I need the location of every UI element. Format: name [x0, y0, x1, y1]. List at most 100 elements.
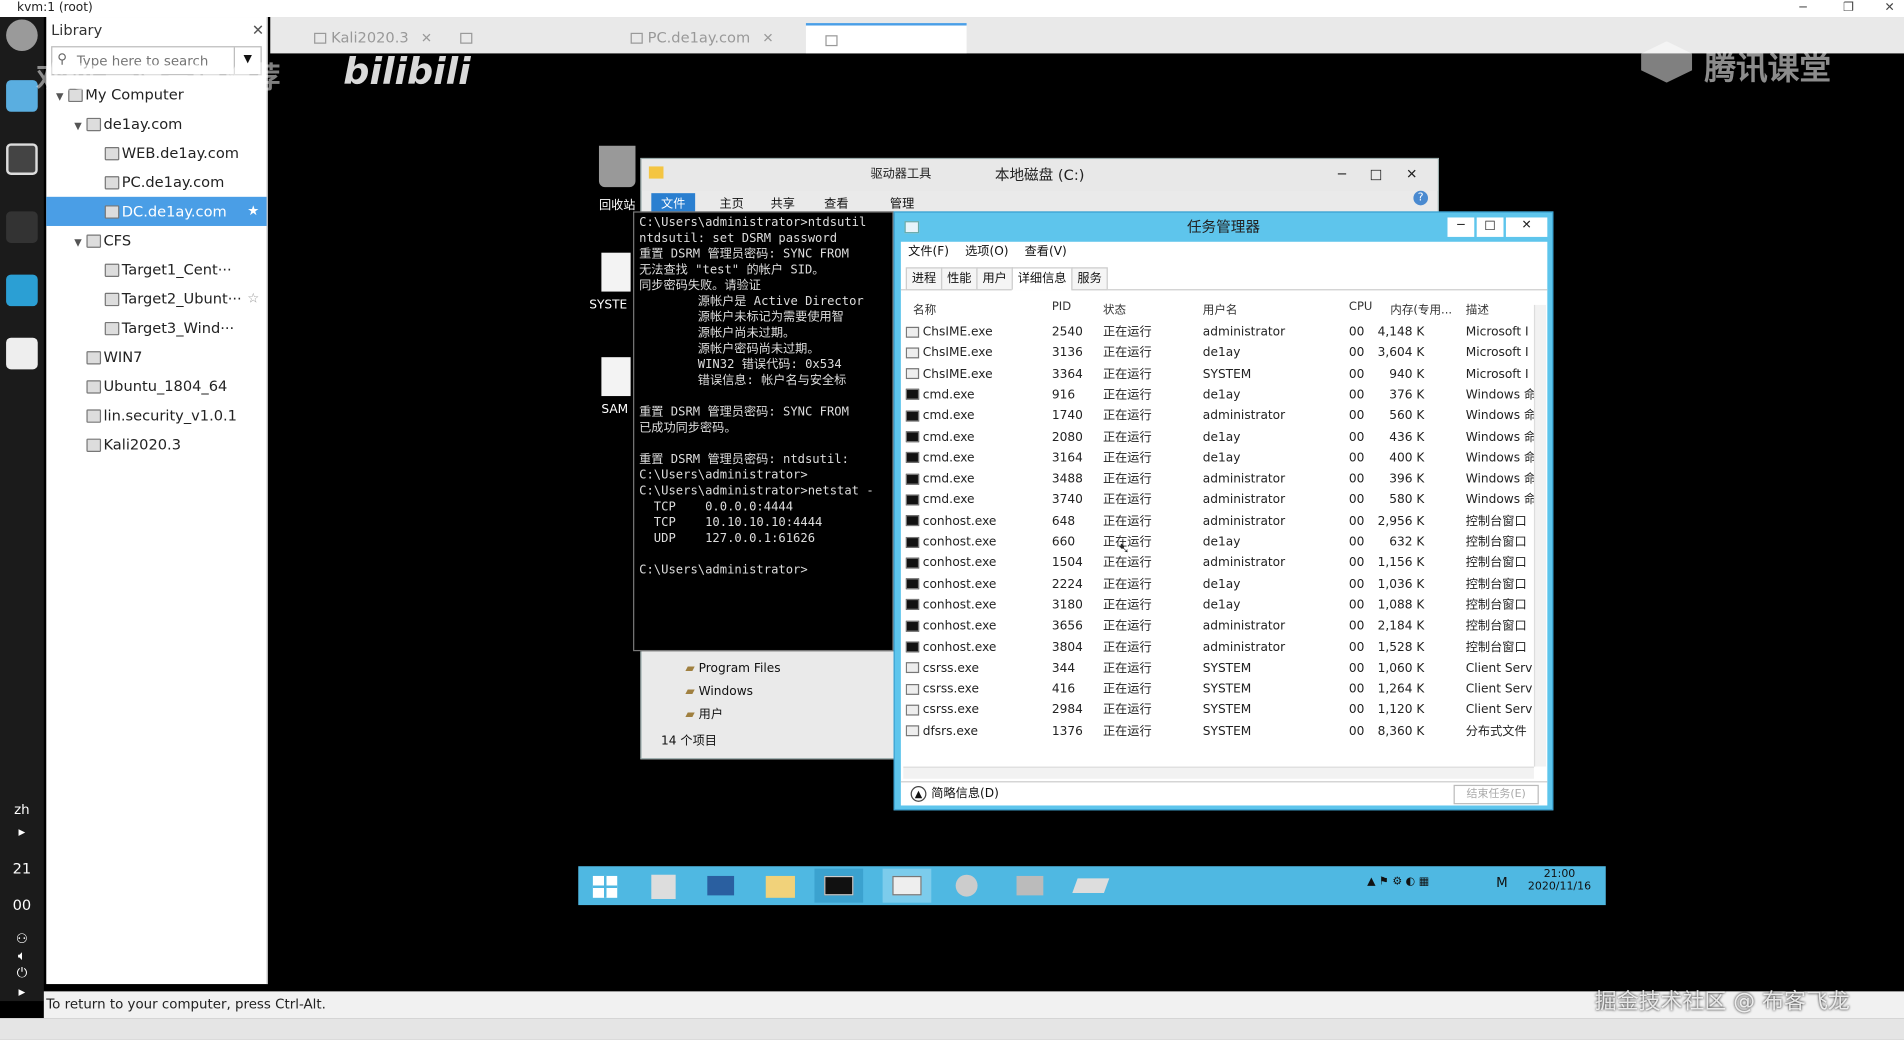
taskmgr-taskbar-icon[interactable] — [882, 868, 932, 903]
help-icon[interactable]: ? — [1413, 190, 1429, 206]
column-header-cell[interactable]: 状态 — [1103, 300, 1126, 317]
files-icon[interactable] — [6, 80, 38, 112]
tab-processes[interactable]: 进程 — [905, 267, 943, 291]
vm-tab[interactable]: WEB.de1ay.com✕ — [441, 23, 604, 75]
process-row[interactable]: cmd.exe 916 正在运行 de1ay 00 376 K Windows 命 — [901, 385, 1534, 406]
power-icon[interactable]: ⏻ — [0, 965, 44, 982]
process-row[interactable]: csrss.exe 2984 正在运行 SYSTEM 00 1,120 K Client S… — [901, 700, 1534, 721]
tree-item[interactable]: Ubuntu_1804_64 — [46, 372, 266, 401]
maximize-icon[interactable]: □ — [1370, 159, 1383, 191]
brief-info-button[interactable]: 简略信息(D) — [931, 787, 999, 800]
chevron-up-icon[interactable]: ▲ — [910, 786, 927, 802]
kvm-logo-icon[interactable] — [6, 19, 38, 52]
close-icon[interactable]: ✕ — [1505, 217, 1548, 237]
tree-item[interactable]: PC.de1ay.com — [46, 168, 266, 197]
maximize-icon[interactable]: □ — [1476, 217, 1504, 237]
drive-tools-tab[interactable]: 驱动器工具 — [870, 159, 931, 191]
start-icon[interactable] — [583, 869, 632, 903]
virtual-manager-icon[interactable] — [6, 274, 38, 307]
tree-item[interactable]: WEB.de1ay.com — [46, 138, 266, 167]
kali-icon[interactable] — [6, 211, 38, 243]
tray-icons[interactable]: ▲ ⚑ ⚙ ◐ ▦ — [1367, 876, 1429, 888]
minimize-icon[interactable]: ─ — [1799, 0, 1806, 16]
favorite-star-icon[interactable]: ★ — [247, 197, 259, 226]
volume-icon[interactable]: 🔈︎ — [0, 948, 44, 965]
server-manager-icon[interactable] — [639, 869, 688, 903]
tree-item[interactable]: Target2_Ubunt··· ☆ — [46, 284, 266, 313]
lang-indicator[interactable]: zh — [0, 802, 44, 818]
nav-item[interactable]: ▰ Program Files — [685, 657, 780, 680]
network-app-icon[interactable] — [1004, 869, 1053, 903]
process-row[interactable]: conhost.exe 2224 正在运行 de1ay 00 1,036 K 控制台窗口 — [901, 574, 1534, 595]
close-tab-icon[interactable]: ✕ — [421, 30, 432, 46]
process-row[interactable]: cmd.exe 3740 正在运行 administrator 00 580 K Windo… — [901, 490, 1534, 511]
tree-item[interactable]: Target1_Cent··· — [46, 255, 266, 284]
powershell-icon[interactable] — [698, 869, 747, 903]
chevron-right-icon[interactable]: ▸ — [0, 984, 44, 1000]
process-row[interactable]: conhost.exe 3656 正在运行 administrator 00 2,184 … — [901, 616, 1534, 637]
tree-item[interactable]: Target3_Wind··· — [46, 313, 266, 342]
chevron-right-icon[interactable]: ▸ — [0, 824, 44, 840]
tree-item[interactable]: lin.security_v1.0.1 — [46, 401, 266, 430]
cmd-icon[interactable] — [814, 868, 864, 903]
tree-item[interactable]: ▼ CFS — [46, 226, 266, 255]
restore-icon[interactable]: ❐ — [1843, 0, 1854, 16]
menu-options[interactable]: 选项(O) — [965, 245, 1008, 258]
minimize-icon[interactable]: ─ — [1447, 217, 1475, 237]
process-row[interactable]: dfsrs.exe 1376 正在运行 SYSTEM 00 8,360 K 分布式文件 — [901, 721, 1534, 742]
process-row[interactable]: cmd.exe 3164 正在运行 de1ay 00 400 K Windows 命 — [901, 448, 1534, 469]
column-header-cell[interactable]: 内存(专用... — [1390, 300, 1452, 317]
close-tab-icon[interactable]: ✕ — [762, 30, 773, 46]
vm-tab[interactable]: PC.de1ay.com ✕ — [611, 23, 796, 53]
process-row[interactable]: conhost.exe 1504 正在运行 administrator 00 1,156 … — [901, 553, 1534, 574]
file-icon[interactable] — [601, 252, 631, 292]
minimize-icon[interactable]: ─ — [1338, 159, 1346, 191]
editor-icon[interactable] — [6, 337, 38, 370]
recycle-bin-icon[interactable] — [598, 145, 636, 188]
column-header-cell[interactable]: 用户名 — [1203, 300, 1238, 317]
nav-item[interactable]: ▰ 用户 — [685, 703, 780, 726]
process-row[interactable]: conhost.exe 3804 正在运行 administrator 00 1,528 … — [901, 637, 1534, 658]
menu-file[interactable]: 文件(F) — [908, 245, 949, 258]
ime-indicator[interactable]: M — [1496, 875, 1508, 891]
tree-item[interactable]: ▼ de1ay.com — [46, 109, 266, 138]
tree-item[interactable]: DC.de1ay.com ★ — [46, 196, 267, 226]
process-row[interactable]: cmd.exe 2080 正在运行 de1ay 00 436 K Windows 命 — [901, 427, 1534, 448]
process-row[interactable]: csrss.exe 344 正在运行 SYSTEM 00 1,060 K Client Se… — [901, 658, 1534, 679]
process-row[interactable]: cmd.exe 1740 正在运行 administrator 00 560 K Windo… — [901, 406, 1534, 427]
column-header-cell[interactable]: 描述 — [1466, 300, 1489, 317]
column-header-cell[interactable]: CPU — [1349, 300, 1373, 313]
vm-tab[interactable]: Kali2020.3 ✕ — [295, 23, 434, 53]
process-row[interactable]: cmd.exe 3488 正在运行 administrator 00 396 K Windo… — [901, 469, 1534, 490]
disk-icon[interactable] — [1065, 869, 1114, 903]
ribbon-home[interactable]: 主页 — [719, 193, 743, 211]
explorer-icon[interactable] — [756, 869, 805, 903]
process-row[interactable]: conhost.exe 3180 正在运行 de1ay 00 1,088 K 控制台窗口 — [901, 595, 1534, 616]
tab-details[interactable]: 详细信息 — [1011, 267, 1073, 291]
close-icon[interactable]: ✕ — [1406, 159, 1417, 191]
file-icon[interactable] — [601, 357, 631, 397]
process-row[interactable]: conhost.exe 648 正在运行 administrator 00 2,956 K… — [901, 511, 1534, 532]
process-row[interactable]: ChsIME.exe 3364 正在运行 SYSTEM 00 940 K Microsoft… — [901, 364, 1534, 385]
vm-tab[interactable]: DC.de1ay.com✕ — [805, 23, 967, 78]
vm-icon[interactable] — [6, 143, 38, 175]
end-task-button[interactable]: 结束任务(E) — [1453, 784, 1539, 805]
vertical-scrollbar[interactable] — [1533, 304, 1547, 767]
tab-performance[interactable]: 性能 — [941, 267, 978, 291]
process-row[interactable]: csrss.exe 416 正在运行 SYSTEM 00 1,264 K Client Se… — [901, 679, 1534, 700]
taskbar-clock[interactable]: 21:00 2020/11/16 — [1525, 869, 1593, 893]
tree-item[interactable]: WIN7 — [46, 343, 266, 372]
ribbon-view[interactable]: 查看 — [824, 193, 848, 211]
network-icon[interactable]: ⚇ — [0, 931, 44, 947]
close-icon[interactable]: ✕ — [1885, 0, 1895, 16]
column-header-cell[interactable]: PID — [1052, 300, 1071, 313]
expand-arrow-icon[interactable]: ▼ — [74, 228, 86, 257]
ribbon-share[interactable]: 共享 — [771, 193, 795, 211]
tab-services[interactable]: 服务 — [1071, 267, 1108, 291]
tab-users[interactable]: 用户 — [976, 267, 1013, 291]
menu-view[interactable]: 查看(V) — [1025, 245, 1067, 258]
ribbon-manage[interactable]: 管理 — [890, 193, 914, 211]
close-library-icon[interactable]: ✕ — [252, 17, 264, 44]
nav-item[interactable]: ▰ Windows — [685, 680, 780, 703]
expand-arrow-icon[interactable]: ▼ — [74, 112, 86, 141]
